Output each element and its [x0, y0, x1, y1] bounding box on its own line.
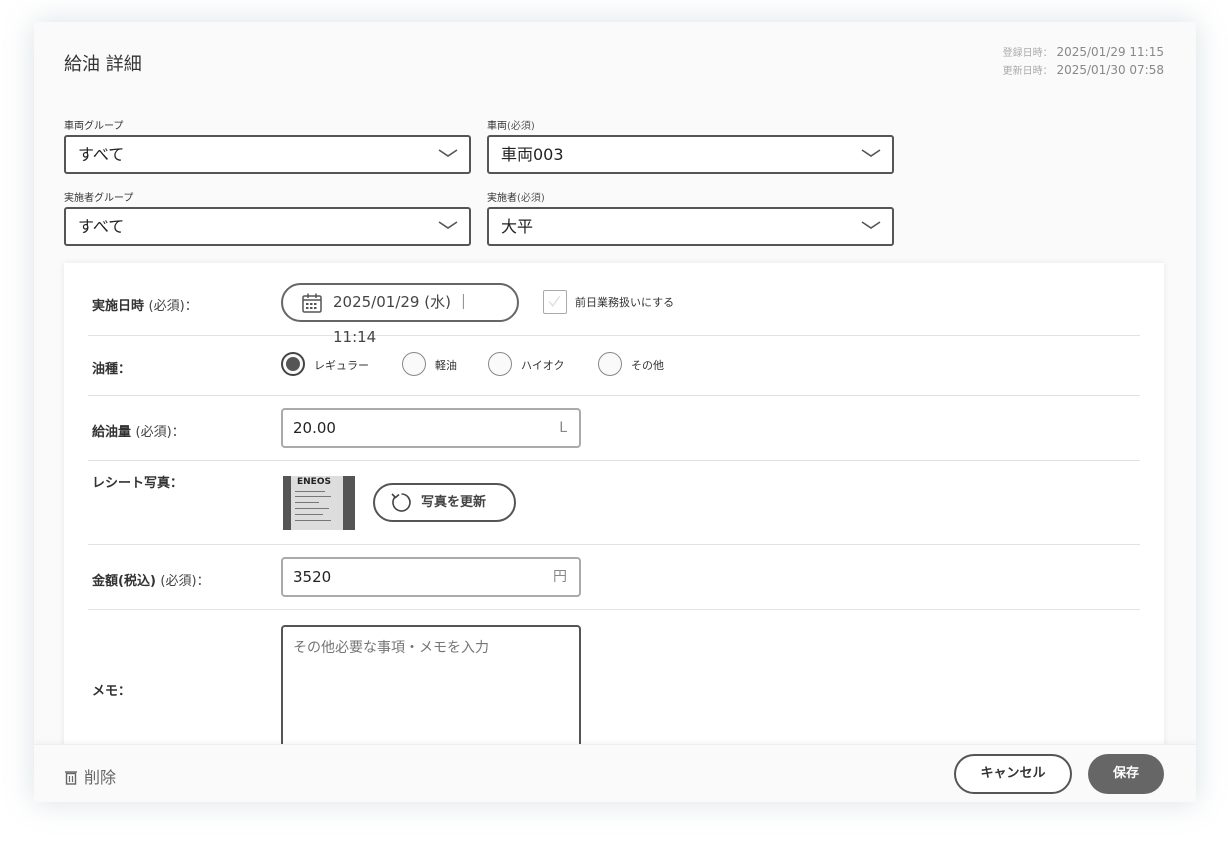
chevron-down-icon [438, 149, 458, 157]
required-mark: (必須)： [160, 574, 210, 589]
receipt-line [295, 491, 325, 492]
operator-group-label: 実施者グループ [64, 193, 134, 204]
amount-row: 給油量 (必須)： 20.00 L [88, 396, 1140, 461]
update-photo-label: 写真を更新 [421, 495, 487, 510]
receipt-line [295, 502, 319, 503]
dialog-footer: 削除 キャンセル 保存 [34, 744, 1196, 802]
vehicle-value: 車両003 [501, 145, 564, 164]
receipt-label: レシート写真： [92, 476, 184, 491]
chevron-down-icon [861, 149, 881, 157]
required-mark: (必須) [507, 121, 535, 132]
required-mark: (必須)： [135, 425, 185, 440]
vehicle-select[interactable]: 車両003 [487, 135, 894, 174]
amount-value: 20.00 [293, 419, 336, 437]
datetime-label-text: 実施日時 [92, 299, 145, 314]
timestamps: 登録日時： 2025/01/29 11:15 更新日時： 2025/01/30 … [1003, 44, 1164, 80]
cancel-button[interactable]: キャンセル [954, 754, 1072, 794]
fuel-regular-label: レギュラー [314, 359, 369, 372]
fuel-diesel-radio[interactable] [402, 352, 426, 376]
required-mark: (必須) [517, 193, 545, 204]
fuel-type-label: 油種： [92, 362, 132, 377]
operator-group-select[interactable]: すべて [64, 207, 471, 246]
fuel-diesel-label: 軽油 [435, 359, 457, 372]
receipt-line [295, 496, 331, 497]
memo-label: メモ： [92, 684, 132, 699]
price-row: 金額(税込) (必須)： 3520 円 [88, 545, 1140, 610]
calendar-icon [302, 293, 322, 313]
receipt-thumbnail[interactable]: ENEOS [283, 476, 355, 530]
datetime-picker[interactable]: 2025/01/29 (水) ｜ 11:14 [281, 283, 519, 346]
fuel-premium-radio[interactable] [488, 352, 512, 376]
fuel-detail-dialog: 給油 詳細 登録日時： 2025/01/29 11:15 更新日時： 2025/… [34, 22, 1196, 802]
vehicle-group-select[interactable]: すべて [64, 135, 471, 174]
receipt-row: レシート写真： ENEOS 写真を更新 [88, 461, 1140, 545]
delete-button[interactable]: 削除 [64, 764, 116, 788]
updated-value: 2025/01/30 07:58 [1056, 63, 1164, 77]
fuel-other-label: その他 [631, 359, 664, 372]
price-label: 金額(税込) (必須)： [92, 570, 210, 589]
amount-label: 給油量 (必須)： [92, 421, 185, 440]
save-button[interactable]: 保存 [1088, 754, 1164, 794]
delete-label: 削除 [84, 768, 117, 787]
price-value: 3520 [293, 568, 332, 586]
fuel-premium-label: ハイオク [521, 359, 565, 372]
registered-label: 登録日時： [1002, 48, 1053, 59]
chevron-down-icon [861, 221, 881, 229]
prev-day-label: 前日業務扱いにする [575, 296, 675, 309]
trash-icon [65, 771, 77, 785]
datetime-row: 実施日時 (必須)： 2025/01/29 (水) ｜ 11:14 前日業務扱い… [88, 263, 1140, 346]
operator-label-text: 実施者 [487, 193, 517, 204]
receipt-line [295, 514, 323, 515]
amount-unit: L [559, 420, 567, 436]
fuel-regular-radio[interactable] [281, 352, 305, 376]
dialog-title: 給油 詳細 [64, 54, 142, 75]
vehicle-label: 車両(必須) [487, 117, 535, 132]
operator-group-value: すべて [78, 217, 125, 236]
price-input[interactable]: 3520 円 [281, 557, 581, 597]
datetime-label: 実施日時 (必須)： [92, 295, 198, 314]
fuel-other-radio[interactable] [598, 352, 622, 376]
registered-value: 2025/01/29 11:15 [1056, 45, 1164, 59]
amount-label-text: 給油量 [92, 425, 132, 440]
operator-label: 実施者(必須) [487, 189, 545, 204]
required-mark: (必須)： [148, 299, 198, 314]
receipt-line [295, 520, 331, 521]
fuel-type-row: 油種： レギュラー 軽油 ハイオク その他 [88, 336, 1140, 396]
vehicle-group-value: すべて [78, 145, 125, 164]
amount-input[interactable]: 20.00 L [281, 408, 581, 448]
form-panel: 実施日時 (必須)： 2025/01/29 (水) ｜ 11:14 前日業務扱い… [64, 263, 1164, 802]
receipt-brand: ENEOS [297, 477, 331, 487]
price-label-text: 金額(税込) [92, 574, 156, 589]
price-unit: 円 [553, 569, 567, 585]
vehicle-group-label: 車両グループ [64, 121, 124, 132]
prev-day-checkbox[interactable] [543, 290, 567, 314]
operator-value: 大平 [501, 217, 534, 236]
updated-label: 更新日時： [1002, 66, 1053, 77]
update-photo-button[interactable]: 写真を更新 [373, 483, 516, 522]
check-icon [548, 295, 561, 307]
receipt-line [295, 508, 329, 509]
chevron-down-icon [438, 221, 458, 229]
vehicle-label-text: 車両 [487, 121, 507, 132]
operator-select[interactable]: 大平 [487, 207, 894, 246]
refresh-icon [391, 493, 411, 512]
